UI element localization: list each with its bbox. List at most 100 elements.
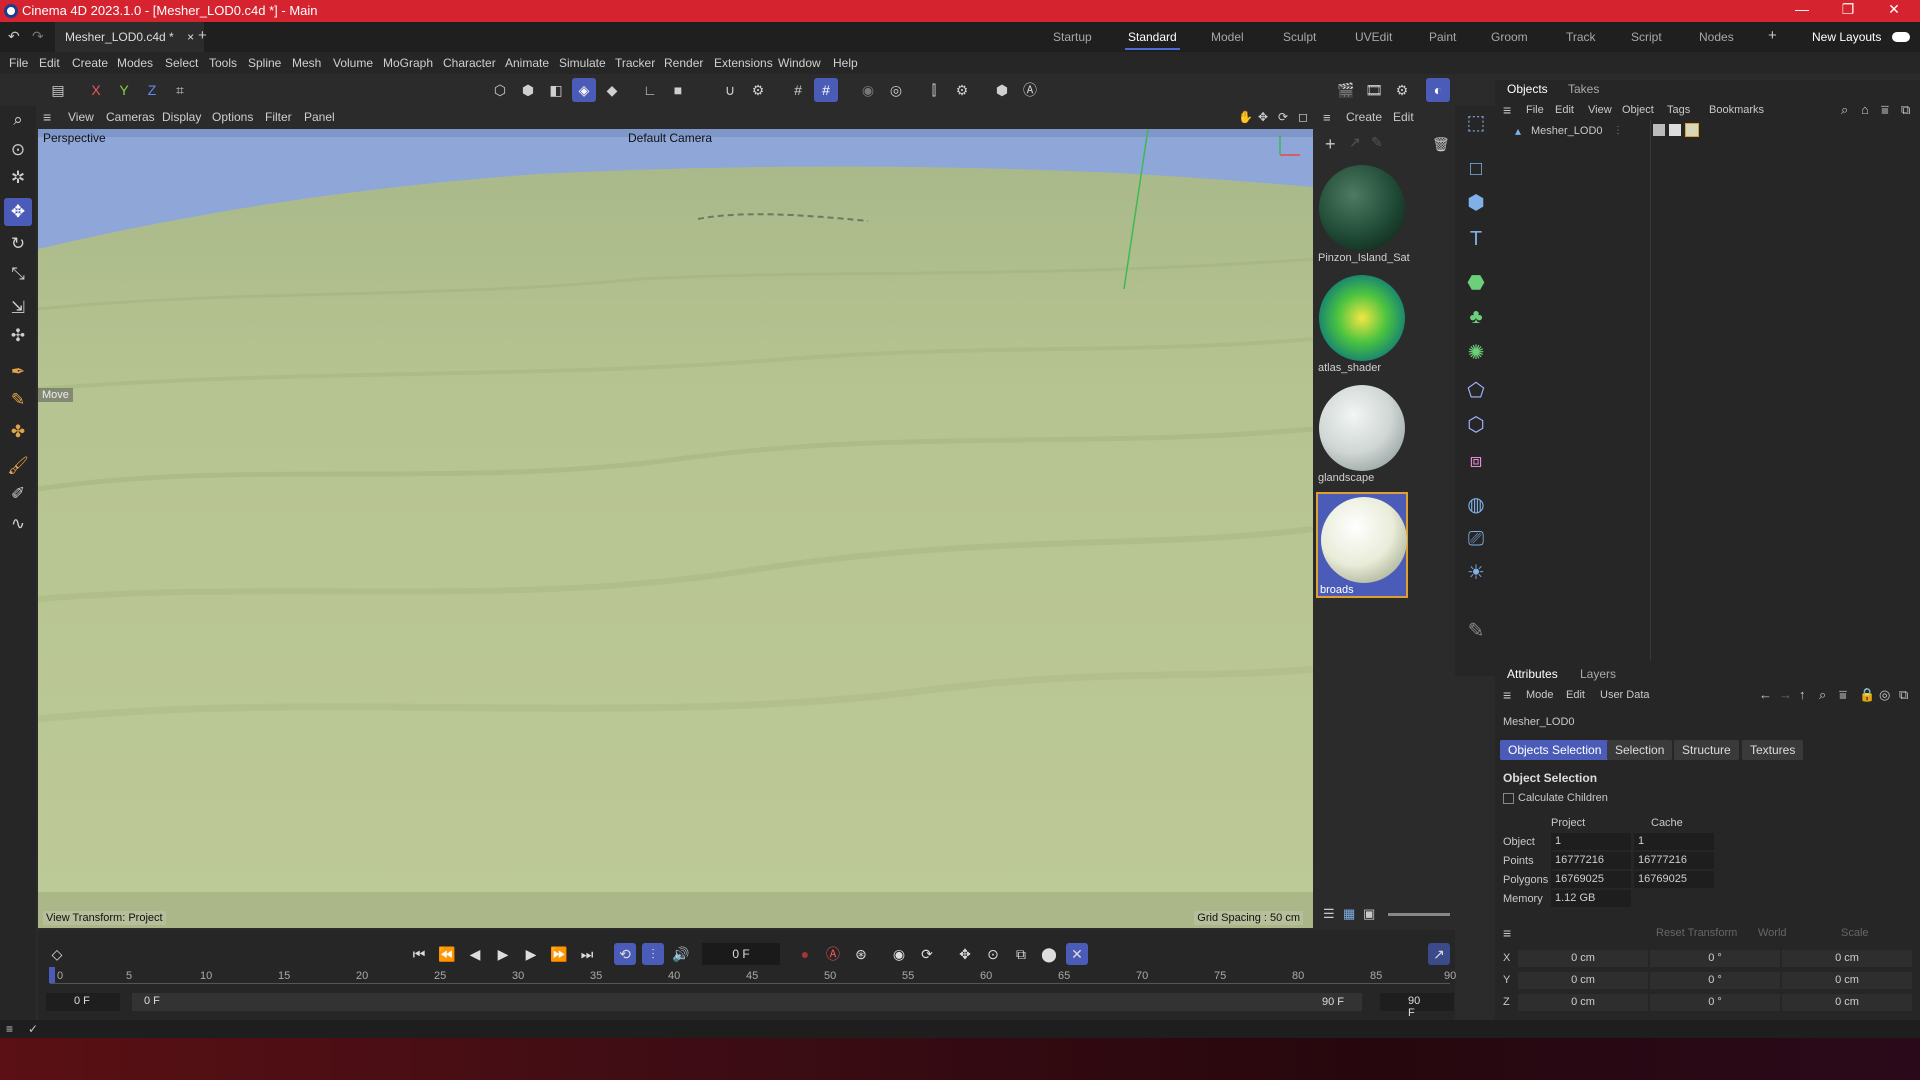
tab-objects[interactable]: Objects <box>1507 82 1548 96</box>
polygon-mode-icon[interactable]: ◈ <box>572 78 596 102</box>
dolly-view-icon[interactable]: ✥ <box>1258 110 1268 124</box>
layout-tab-standard[interactable]: Standard <box>1125 30 1180 50</box>
attributes-menu-mode[interactable]: Mode <box>1526 689 1554 701</box>
material-swatch-selected[interactable]: broads <box>1316 492 1408 598</box>
preview-range-start[interactable]: 0 F <box>132 993 1362 1011</box>
home-icon[interactable]: ⌂ <box>1861 102 1869 117</box>
deformer-icon[interactable]: ⬠ <box>1461 376 1491 406</box>
layout-tab-paint[interactable]: Paint <box>1429 30 1456 44</box>
pan-view-icon[interactable]: ✋ <box>1238 110 1253 124</box>
render-region-icon[interactable]: ⬚ <box>1461 108 1491 138</box>
redshift-icon[interactable]: ◐ <box>1426 78 1450 102</box>
viewport-menu-filter[interactable]: Filter <box>265 110 292 124</box>
texture-mode-icon[interactable]: ■ <box>666 78 690 102</box>
maximize-view-icon[interactable]: ◻ <box>1298 110 1308 124</box>
menu-mograph[interactable]: MoGraph <box>383 56 433 70</box>
redo-icon[interactable]: ↷ <box>32 28 44 45</box>
axis-x-lock-button[interactable]: X <box>84 78 108 102</box>
menu-mesh[interactable]: Mesh <box>292 56 321 70</box>
go-to-end-icon[interactable]: ⏭ <box>576 943 598 965</box>
tab-selection[interactable]: Selection <box>1607 740 1673 760</box>
menu-file[interactable]: File <box>9 56 28 70</box>
reset-transform-button[interactable]: Reset Transform <box>1656 927 1737 939</box>
model-mode-icon[interactable]: ⬡ <box>488 78 512 102</box>
field-icon[interactable]: ⬡ <box>1461 410 1491 440</box>
close-tab-icon[interactable]: × <box>187 30 194 44</box>
min-time-field[interactable]: 0 F <box>46 993 120 1011</box>
up-arrow-icon[interactable]: ↑ <box>1799 687 1806 702</box>
menu-edit[interactable]: Edit <box>39 56 60 70</box>
scale-tool-icon[interactable]: ⤡ <box>4 260 32 288</box>
menu-tracker[interactable]: Tracker <box>615 56 655 70</box>
material-edit-icon[interactable]: ✎ <box>1371 134 1383 151</box>
point-mode-icon[interactable]: ⬢ <box>516 78 540 102</box>
layout-tab-groom[interactable]: Groom <box>1491 30 1528 44</box>
back-arrow-icon[interactable]: ← <box>1759 687 1772 702</box>
objects-menu-edit[interactable]: Edit <box>1555 104 1574 116</box>
viewport-menu-options[interactable]: Options <box>212 110 253 124</box>
material-tag-icon[interactable] <box>1685 123 1699 137</box>
preview-range-end[interactable]: 90 F <box>1322 996 1344 1008</box>
current-frame-field[interactable]: 0 F <box>702 943 780 965</box>
key-interpolation-icon[interactable]: ✕ <box>1066 943 1088 965</box>
viewport-hamburger-icon[interactable]: ≡ <box>43 109 51 125</box>
objects-menu-view[interactable]: View <box>1588 104 1612 116</box>
key-param-icon[interactable]: ⊙ <box>982 943 1004 965</box>
coordinate-space-select[interactable]: World <box>1758 927 1787 939</box>
objects-hamburger-icon[interactable]: ≡ <box>1503 102 1511 118</box>
list-view-icon[interactable]: ☰ <box>1323 906 1335 922</box>
add-material-icon[interactable]: + <box>1325 134 1336 155</box>
previous-frame-icon[interactable]: ◀ <box>464 943 486 965</box>
symmetry-icon[interactable]: ◎ <box>884 78 908 102</box>
go-to-start-icon[interactable]: ⏮ <box>408 943 430 965</box>
spline-pen-icon[interactable]: ✒ <box>4 358 32 386</box>
sketch-tool-icon[interactable]: ✎ <box>1461 616 1491 646</box>
soft-selection-icon[interactable]: ◉ <box>856 78 880 102</box>
grid-view-icon[interactable]: ▦ <box>1343 906 1355 922</box>
orbit-view-icon[interactable]: ⟳ <box>1278 110 1288 124</box>
rotate-tool-icon[interactable]: ↻ <box>4 230 32 258</box>
objects-menu-file[interactable]: File <box>1526 104 1544 116</box>
render-picture-viewer-icon[interactable]: 🎞 <box>1362 78 1386 102</box>
objects-menu-tags[interactable]: Tags <box>1667 104 1690 116</box>
render-view-icon[interactable]: 🎬 <box>1334 78 1358 102</box>
text-object-icon[interactable]: T <box>1461 224 1491 254</box>
coordinates-hamburger-icon[interactable]: ≡ <box>1503 925 1511 941</box>
new-layouts-toggle[interactable] <box>1892 32 1910 42</box>
axis-mode-icon[interactable]: ∟ <box>638 78 662 102</box>
rotation-x-field[interactable]: 0 ° <box>1650 950 1780 967</box>
cloner-icon[interactable]: ♣ <box>1461 302 1491 332</box>
uvw-tag-icon[interactable] <box>1669 124 1681 136</box>
filter-icon[interactable]: ⩸ <box>1881 102 1889 118</box>
axis-y-lock-button[interactable]: Y <box>112 78 136 102</box>
keyframe-selection-icon[interactable]: ⊛ <box>850 943 872 965</box>
large-icons-icon[interactable]: ▣ <box>1363 906 1375 922</box>
coordinate-system-icon[interactable]: ⌗ <box>168 78 192 102</box>
position-x-field[interactable]: 0 cm <box>1518 950 1648 967</box>
sky-icon[interactable]: ◍ <box>1461 490 1491 520</box>
objects-menu-object[interactable]: Object <box>1622 104 1654 116</box>
autokey-record-icon[interactable]: Ⓐ <box>822 943 844 965</box>
material-swatch[interactable]: Pinzon_Island_Sat <box>1316 162 1410 268</box>
history-icon[interactable]: ◎ <box>1879 687 1890 703</box>
play-icon[interactable]: ▶ <box>492 943 514 965</box>
material-hamburger-icon[interactable]: ≡ <box>1323 110 1331 125</box>
object-row[interactable]: ▴ Mesher_LOD0 ⋮ <box>1515 123 1895 141</box>
viewport-camera-label[interactable]: Default Camera <box>628 131 712 145</box>
viewport-menu-display[interactable]: Display <box>162 110 201 124</box>
layout-tab-nodes[interactable]: Nodes <box>1699 30 1734 44</box>
key-scale-icon[interactable]: ✥ <box>954 943 976 965</box>
uv-mode-icon[interactable]: ◆ <box>600 78 624 102</box>
attributes-menu-userdata[interactable]: User Data <box>1600 689 1650 701</box>
timeline-ruler[interactable] <box>50 983 1450 984</box>
objects-menu-bookmarks[interactable]: Bookmarks <box>1709 104 1764 116</box>
tab-textures[interactable]: Textures <box>1742 740 1804 760</box>
selection-settings-icon[interactable]: ✲ <box>4 164 32 192</box>
workplane-icon[interactable]: # <box>814 78 838 102</box>
mirror-icon[interactable]: ⫿ <box>922 78 946 102</box>
menu-character[interactable]: Character <box>443 56 496 70</box>
tab-layers[interactable]: Layers <box>1580 667 1616 681</box>
layout-tab-startup[interactable]: Startup <box>1053 30 1092 44</box>
material-link-icon[interactable]: ↗ <box>1349 134 1361 151</box>
snap-icon[interactable]: ∪ <box>718 78 742 102</box>
